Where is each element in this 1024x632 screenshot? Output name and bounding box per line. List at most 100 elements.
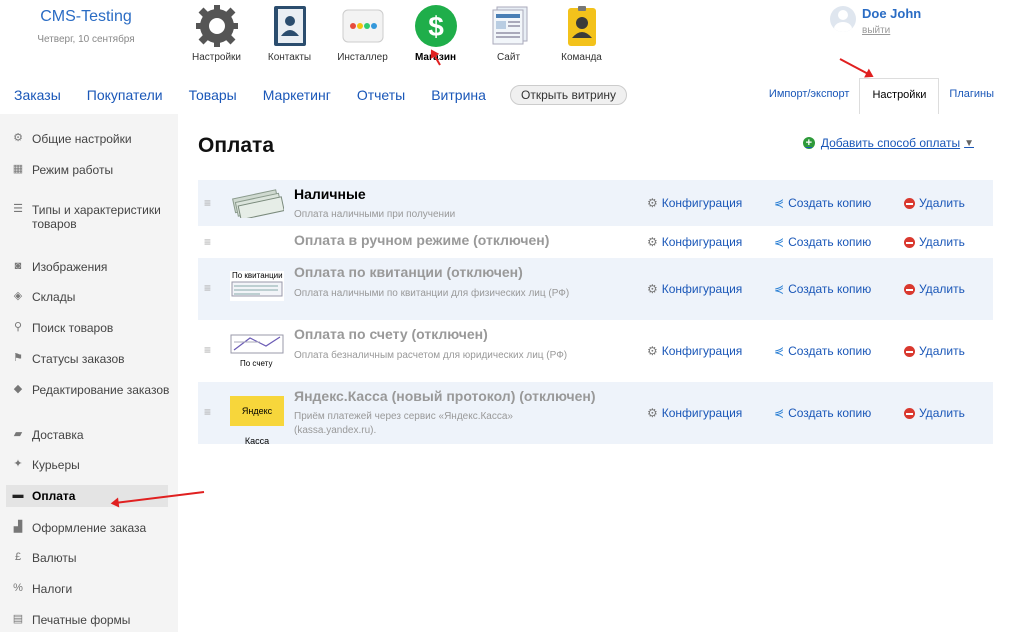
nav-orders[interactable]: Заказы: [14, 87, 61, 103]
copy-label: Создать копию: [788, 235, 872, 249]
open-storefront-button[interactable]: Открыть витрину: [510, 85, 628, 105]
site-pages-icon: [487, 4, 531, 48]
nav-products[interactable]: Товары: [189, 87, 237, 103]
share-copy-icon: ⋞: [774, 196, 785, 210]
caret-down-icon[interactable]: ▼: [964, 138, 974, 149]
nav-customers[interactable]: Покупатели: [87, 87, 163, 103]
current-date: Четверг, 10 сентября: [37, 34, 135, 45]
delete-icon: [904, 407, 915, 419]
payment-method-row: ≡ Яндекс Касса Яндекс.Касса (новый прото…: [198, 382, 993, 446]
delete-label: Удалить: [919, 344, 965, 358]
payment-method-title[interactable]: Оплата в ручном режиме (отключен): [294, 232, 549, 248]
drag-handle-icon[interactable]: ≡: [204, 343, 214, 357]
app-installer[interactable]: Инсталлер: [326, 4, 399, 63]
tab-import-export[interactable]: Импорт/экспорт: [759, 78, 860, 114]
sidebar-item-checkout[interactable]: ▟ Оформление заказа: [10, 521, 170, 535]
add-method-label: Добавить способ оплаты: [820, 136, 961, 150]
app-site[interactable]: Сайт: [472, 4, 545, 63]
configure-label: Конфигурация: [661, 406, 743, 420]
delete-button[interactable]: Удалить: [904, 196, 965, 210]
payment-method-title[interactable]: Яндекс.Касса (новый протокол) (отключен): [294, 388, 596, 404]
payment-method-row: ≡ Наличные Оплата наличными при получени…: [198, 180, 993, 226]
payment-method-description: Оплата наличными по квитанции для физиче…: [294, 288, 570, 299]
sidebar-item-shipping[interactable]: ▰ Доставка: [10, 428, 170, 442]
copy-button[interactable]: ⋞ Создать копию: [774, 196, 871, 210]
logout-link[interactable]: выйти: [862, 25, 921, 36]
nav-marketing[interactable]: Маркетинг: [263, 87, 331, 103]
sidebar-item-label: Типы и характеристики товаров: [32, 203, 161, 231]
sidebar-item-product-types[interactable]: ☰ Типы и характеристики товаров: [10, 203, 170, 231]
sidebar-item-label: Налоги: [32, 582, 73, 596]
app-contacts[interactable]: Контакты: [253, 4, 326, 63]
delete-button[interactable]: Удалить: [904, 235, 965, 249]
magnifier-icon: ⚲: [13, 321, 23, 333]
layers-icon: ◆: [13, 383, 23, 395]
sidebar-item-currencies[interactable]: £ Валюты: [10, 551, 170, 565]
copy-button[interactable]: ⋞ Создать копию: [774, 282, 871, 296]
configure-button[interactable]: ⚙ Конфигурация: [647, 344, 742, 358]
delete-button[interactable]: Удалить: [904, 406, 965, 420]
delete-icon: [904, 345, 915, 357]
thumb-caption: По квитанции: [232, 271, 283, 280]
list-icon: ☰: [13, 203, 23, 215]
drag-handle-icon[interactable]: ≡: [204, 196, 214, 210]
cart-icon: ▟: [13, 521, 23, 533]
add-payment-method-link[interactable]: + Добавить способ оплаты ▼: [802, 136, 974, 150]
runner-icon: ✦: [13, 458, 23, 470]
delete-icon: [904, 283, 915, 295]
delete-label: Удалить: [919, 406, 965, 420]
sidebar-item-order-statuses[interactable]: ⚑ Статусы заказов: [10, 352, 170, 366]
payment-method-row: ≡ По счету Оплата по счету (отключен) Оп…: [198, 320, 993, 382]
configure-button[interactable]: ⚙ Конфигурация: [647, 406, 742, 420]
sidebar-item-search[interactable]: ⚲ Поиск товаров: [10, 321, 170, 335]
copy-button[interactable]: ⋞ Создать копию: [774, 406, 871, 420]
sidebar-item-label: Оформление заказа: [32, 521, 147, 535]
configure-button[interactable]: ⚙ Конфигурация: [647, 196, 742, 210]
pound-icon: £: [14, 551, 22, 563]
payment-method-title[interactable]: Оплата по квитанции (отключен): [294, 264, 523, 280]
annotation-arrow: [839, 58, 873, 77]
payment-method-description: Оплата безналичным расчетом для юридичес…: [294, 350, 568, 361]
drag-handle-icon[interactable]: ≡: [204, 405, 214, 419]
tab-settings[interactable]: Настройки: [859, 78, 940, 114]
sidebar-item-order-editing[interactable]: ◆ Редактирование заказов: [10, 383, 170, 397]
user-name[interactable]: Doe John: [862, 6, 921, 21]
copy-button[interactable]: ⋞ Создать копию: [774, 344, 871, 358]
drag-handle-icon[interactable]: ≡: [204, 235, 214, 249]
account-name[interactable]: CMS-Testing: [0, 8, 172, 26]
share-copy-icon: ⋞: [774, 235, 785, 249]
app-settings[interactable]: Настройки: [180, 4, 253, 63]
configure-button[interactable]: ⚙ Конфигурация: [647, 282, 742, 296]
app-label: Команда: [561, 52, 602, 63]
sidebar-item-print-forms[interactable]: ▤ Печатные формы: [10, 613, 170, 627]
sidebar-item-label: Статусы заказов: [32, 352, 125, 366]
delete-button[interactable]: Удалить: [904, 344, 965, 358]
gear-icon: ⚙: [647, 344, 658, 358]
sidebar-item-label: Печатные формы: [32, 613, 131, 627]
configure-button[interactable]: ⚙ Конфигурация: [647, 235, 742, 249]
payment-method-description: Приём платежей через сервис «Яндекс.Касс…: [294, 411, 513, 436]
avatar[interactable]: [830, 6, 856, 32]
contacts-book-icon: [268, 4, 312, 48]
gears-icon: ⚙: [13, 132, 23, 144]
percent-icon: %: [13, 582, 23, 594]
nav-storefront[interactable]: Витрина: [431, 87, 486, 103]
drag-handle-icon[interactable]: ≡: [204, 281, 214, 295]
sidebar-item-payment[interactable]: ▬ Оплата: [6, 485, 168, 507]
sidebar-item-couriers[interactable]: ✦ Курьеры: [10, 458, 170, 472]
sidebar-item-taxes[interactable]: % Налоги: [10, 582, 170, 596]
svg-text:$: $: [428, 11, 444, 42]
sidebar-item-images[interactable]: ◙ Изображения: [10, 260, 170, 274]
sidebar-item-general[interactable]: ⚙ Общие настройки: [10, 132, 170, 146]
thumb-caption: Яндекс Касса: [241, 406, 273, 446]
copy-button[interactable]: ⋞ Создать копию: [774, 235, 871, 249]
delete-button[interactable]: Удалить: [904, 282, 965, 296]
payment-method-title[interactable]: Наличные: [294, 186, 366, 202]
payment-method-title[interactable]: Оплата по счету (отключен): [294, 326, 488, 342]
tab-plugins[interactable]: Плагины: [939, 78, 1004, 114]
nav-reports[interactable]: Отчеты: [357, 87, 405, 103]
sidebar-item-stocks[interactable]: ◈ Склады: [10, 290, 170, 304]
sidebar-item-schedule[interactable]: ▦ Режим работы: [10, 163, 170, 177]
app-team[interactable]: Команда: [545, 4, 618, 63]
brand: CMS-Testing Четверг, 10 сентября: [0, 8, 172, 45]
